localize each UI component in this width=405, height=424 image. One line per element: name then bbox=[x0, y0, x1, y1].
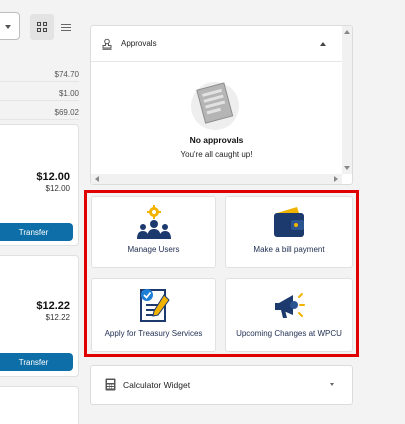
approvals-widget: Approvals No approvals You're all caught… bbox=[90, 25, 353, 185]
empty-state-title: No approvals bbox=[189, 135, 244, 145]
balance-line: $69.02 bbox=[0, 108, 79, 120]
account-balance: $12.22 bbox=[36, 300, 70, 312]
empty-state-subtitle: You're all caught up! bbox=[180, 150, 253, 159]
view-toggle bbox=[30, 14, 78, 40]
account-card[interactable]: $12.00 $12.00 Transfer bbox=[0, 124, 79, 246]
chevron-down-icon bbox=[5, 25, 11, 29]
transfer-button[interactable]: Transfer bbox=[0, 353, 73, 371]
grid-icon bbox=[37, 22, 47, 32]
scroll-left-icon[interactable] bbox=[95, 176, 99, 182]
grid-view-button[interactable] bbox=[30, 14, 54, 40]
chevron-up-icon[interactable] bbox=[320, 42, 326, 46]
account-filter-select[interactable] bbox=[0, 12, 20, 40]
balance-line: $74.70 bbox=[0, 70, 79, 82]
account-card[interactable]: $12.22 $12.22 Transfer bbox=[0, 255, 79, 377]
approvals-title: Approvals bbox=[121, 39, 157, 48]
account-available: $12.00 bbox=[45, 184, 70, 193]
list-view-button[interactable] bbox=[54, 14, 78, 40]
vertical-scrollbar[interactable] bbox=[342, 26, 352, 174]
calculator-title: Calculator Widget bbox=[123, 380, 191, 390]
scroll-down-icon[interactable] bbox=[344, 166, 350, 170]
approvals-stamp-icon bbox=[102, 38, 112, 50]
scroll-up-icon[interactable] bbox=[344, 30, 350, 34]
account-card[interactable] bbox=[0, 386, 79, 424]
account-balance: $12.00 bbox=[36, 171, 70, 183]
highlight-frame bbox=[84, 190, 359, 357]
balance-line: $1.00 bbox=[0, 89, 79, 101]
account-available: $12.22 bbox=[45, 313, 70, 322]
scroll-right-icon[interactable] bbox=[334, 176, 338, 182]
calculator-widget[interactable]: Calculator Widget bbox=[90, 365, 353, 405]
list-icon bbox=[61, 23, 71, 31]
calculator-icon bbox=[105, 378, 116, 391]
horizontal-scrollbar[interactable] bbox=[91, 174, 342, 184]
transfer-button[interactable]: Transfer bbox=[0, 223, 73, 241]
empty-approvals-illustration bbox=[191, 82, 239, 130]
approvals-header[interactable]: Approvals bbox=[91, 26, 342, 62]
chevron-down-icon[interactable] bbox=[330, 383, 334, 386]
